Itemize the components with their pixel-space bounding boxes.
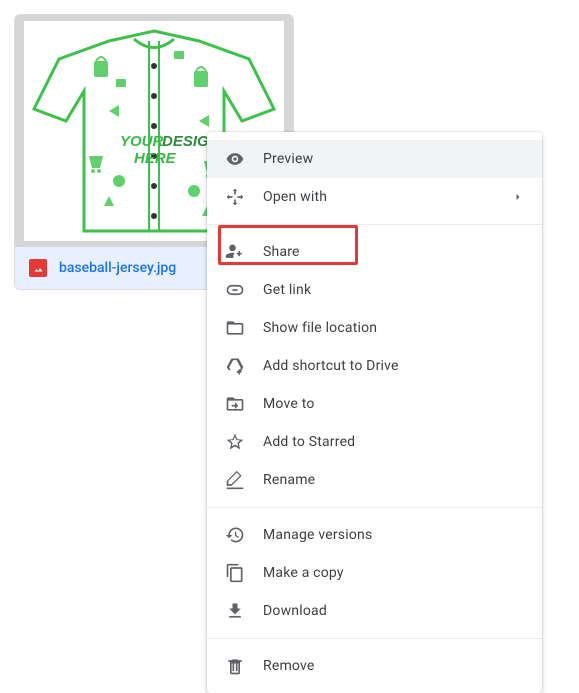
menu-item-rename[interactable]: Rename xyxy=(207,461,542,499)
context-menu: Preview Open with Share Get link Show fi… xyxy=(207,132,542,693)
open-with-icon xyxy=(225,187,245,207)
menu-item-get-link[interactable]: Get link xyxy=(207,271,542,309)
chevron-right-icon xyxy=(512,191,524,203)
menu-item-show-file-location[interactable]: Show file location xyxy=(207,309,542,347)
share-icon xyxy=(225,242,245,262)
menu-label: Rename xyxy=(263,472,524,488)
svg-text:HERE: HERE xyxy=(134,150,177,167)
menu-item-add-shortcut[interactable]: Add shortcut to Drive xyxy=(207,347,542,385)
folder-icon xyxy=(225,318,245,338)
menu-divider xyxy=(207,224,542,225)
menu-label: Move to xyxy=(263,396,524,412)
menu-divider xyxy=(207,638,542,639)
menu-item-make-copy[interactable]: Make a copy xyxy=(207,554,542,592)
drive-shortcut-icon xyxy=(225,356,245,376)
svg-text:YOUR: YOUR xyxy=(120,133,164,150)
history-icon xyxy=(225,525,245,545)
menu-item-manage-versions[interactable]: Manage versions xyxy=(207,516,542,554)
menu-item-share[interactable]: Share xyxy=(207,233,542,271)
menu-label: Show file location xyxy=(263,320,524,336)
star-icon xyxy=(225,432,245,452)
eye-icon xyxy=(225,149,245,169)
menu-label: Remove xyxy=(263,658,524,674)
menu-label: Preview xyxy=(263,151,524,167)
trash-icon xyxy=(225,656,245,676)
rename-icon xyxy=(225,470,245,490)
menu-label: Download xyxy=(263,603,524,619)
menu-label: Share xyxy=(263,244,524,260)
copy-icon xyxy=(225,563,245,583)
menu-item-download[interactable]: Download xyxy=(207,592,542,630)
menu-label: Make a copy xyxy=(263,565,524,581)
move-to-icon xyxy=(225,394,245,414)
menu-label: Add shortcut to Drive xyxy=(263,358,524,374)
menu-divider xyxy=(207,507,542,508)
image-file-icon xyxy=(29,259,47,277)
menu-item-move-to[interactable]: Move to xyxy=(207,385,542,423)
menu-item-preview[interactable]: Preview xyxy=(207,140,542,178)
menu-item-open-with[interactable]: Open with xyxy=(207,178,542,216)
menu-label: Get link xyxy=(263,282,524,298)
menu-label: Add to Starred xyxy=(263,434,524,450)
menu-label: Manage versions xyxy=(263,527,524,543)
link-icon xyxy=(225,280,245,300)
menu-label: Open with xyxy=(263,189,512,205)
download-icon xyxy=(225,601,245,621)
file-name: baseball-jersey.jpg xyxy=(59,260,176,276)
menu-item-remove[interactable]: Remove xyxy=(207,647,542,685)
menu-item-add-starred[interactable]: Add to Starred xyxy=(207,423,542,461)
